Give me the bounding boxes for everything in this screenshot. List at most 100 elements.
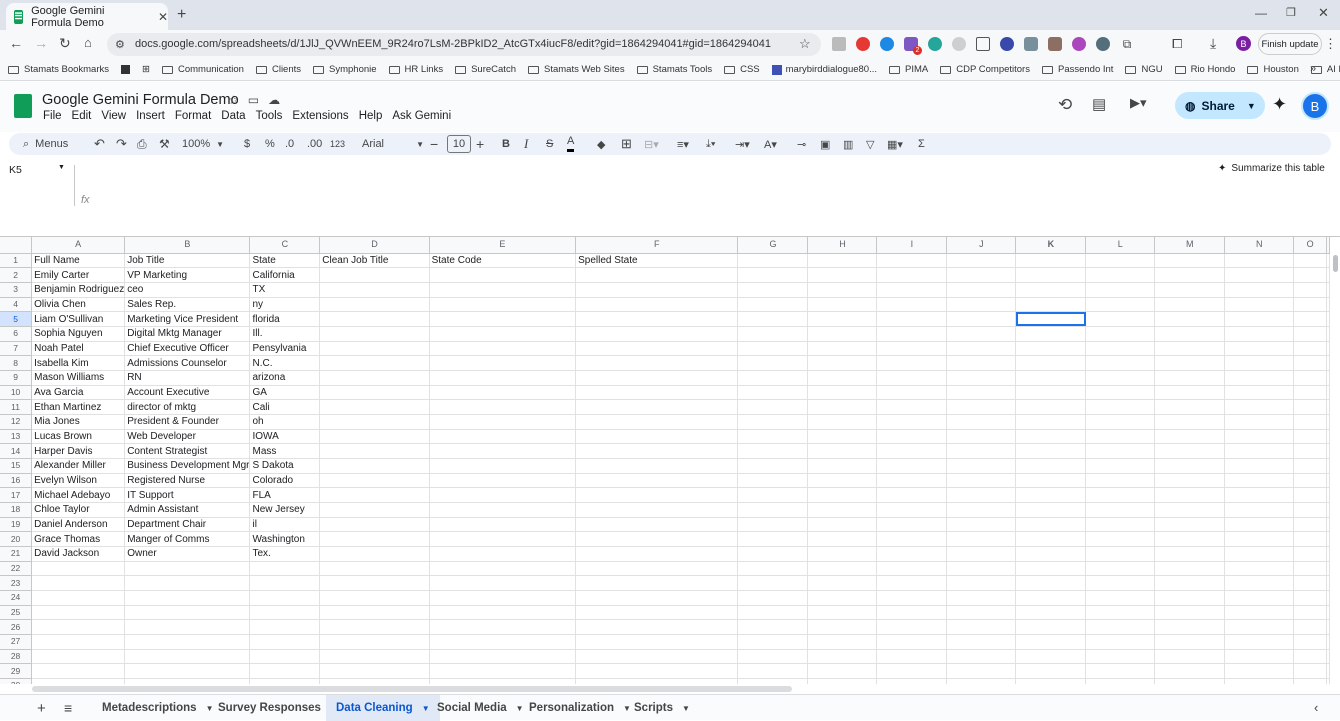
grid-cell[interactable] (1154, 619, 1226, 635)
grid-cell[interactable]: Chloe Taylor (31, 502, 126, 518)
grid-cell[interactable] (575, 370, 739, 386)
grid-cell[interactable] (1085, 282, 1156, 298)
grid-cell[interactable]: oh (249, 414, 321, 430)
grid-cell[interactable] (1015, 253, 1087, 269)
grid-cell[interactable] (737, 253, 809, 269)
bookmark-item[interactable]: Stamats Tools (636, 64, 712, 75)
grid-cell[interactable] (429, 458, 577, 474)
grid-cell[interactable] (1224, 487, 1295, 503)
grid-cell[interactable] (1326, 355, 1330, 371)
grid-cell[interactable] (876, 341, 948, 357)
column-header[interactable]: G (737, 237, 809, 254)
grid-cell[interactable]: Emily Carter (31, 267, 126, 283)
grid-cell[interactable] (1085, 326, 1156, 342)
grid-cell[interactable] (807, 458, 878, 474)
grid-cell[interactable] (1085, 355, 1156, 371)
grid-cell[interactable] (249, 605, 321, 621)
grid-cell[interactable] (1293, 649, 1327, 665)
grid-cell[interactable] (319, 355, 430, 371)
grid-cell[interactable] (429, 634, 577, 650)
sheet-tab-metadescriptions[interactable]: Metadescriptions ▼ (92, 695, 224, 721)
grid-cell[interactable] (807, 267, 878, 283)
grid-cell[interactable] (575, 546, 739, 562)
column-header[interactable]: C (249, 237, 321, 254)
grid-cell[interactable] (319, 517, 430, 533)
horizontal-scrollbar[interactable] (32, 686, 792, 692)
grid-cell[interactable] (319, 663, 430, 679)
grid-cell[interactable] (124, 634, 251, 650)
grid-cell[interactable] (1224, 663, 1295, 679)
grid-cell[interactable] (807, 663, 878, 679)
grid-cell[interactable] (737, 487, 809, 503)
row-header[interactable]: 22 (0, 561, 33, 577)
grid-cell[interactable] (429, 502, 577, 518)
grid-cell[interactable] (1224, 443, 1295, 459)
more-bookmarks-icon[interactable]: » (1310, 63, 1316, 75)
row-header[interactable]: 6 (0, 326, 33, 342)
grid-cell[interactable] (946, 634, 1017, 650)
grid-cell[interactable] (1154, 385, 1226, 401)
grid-cell[interactable] (1326, 517, 1330, 533)
grid-cell[interactable] (1085, 297, 1156, 313)
grid-cell[interactable] (575, 663, 739, 679)
grid-cell[interactable] (946, 575, 1017, 591)
grid-cell[interactable] (319, 590, 430, 606)
borders-icon[interactable]: ⊞ (621, 133, 632, 155)
grid-cell[interactable]: Spelled State (575, 253, 739, 269)
grid-cell[interactable] (575, 649, 739, 665)
vertical-align-icon[interactable]: ⤓▾ (706, 133, 715, 155)
grid-cell[interactable] (876, 385, 948, 401)
grid-cell[interactable] (575, 399, 739, 415)
grid-cell[interactable] (429, 678, 577, 684)
download-icon[interactable]: ⤓ (1210, 35, 1216, 52)
grid-cell[interactable] (807, 619, 878, 635)
grid-cell[interactable] (807, 473, 878, 489)
row-header[interactable]: 7 (0, 341, 33, 357)
grid-cell[interactable] (1326, 561, 1330, 577)
row-header[interactable]: 15 (0, 458, 33, 474)
grid-cell[interactable] (1326, 443, 1330, 459)
grid-cell[interactable] (1293, 502, 1327, 518)
grid-cell[interactable] (876, 414, 948, 430)
grid-cell[interactable] (946, 678, 1017, 684)
grid-cell[interactable] (807, 399, 878, 415)
grid-cell[interactable] (1085, 575, 1156, 591)
grid-cell[interactable]: Harper Davis (31, 443, 126, 459)
grid-cell[interactable] (1224, 678, 1295, 684)
row-header[interactable]: 20 (0, 531, 33, 547)
extension-icon[interactable] (1000, 37, 1014, 51)
row-header[interactable]: 25 (0, 605, 33, 621)
grid-cell[interactable] (1224, 634, 1295, 650)
grid-cell[interactable] (876, 370, 948, 386)
grid-cell[interactable] (1154, 575, 1226, 591)
row-header[interactable]: 13 (0, 429, 33, 445)
grid-cell[interactable] (575, 297, 739, 313)
bookmark-item[interactable] (121, 65, 130, 74)
grid-cell[interactable]: Admissions Counselor (124, 355, 251, 371)
grid-cell[interactable] (737, 443, 809, 459)
grid-cell[interactable] (1085, 561, 1156, 577)
grid-cell[interactable] (1224, 546, 1295, 562)
grid-cell[interactable] (1154, 517, 1226, 533)
grid-cell[interactable]: State (249, 253, 321, 269)
grid-cell[interactable] (946, 399, 1017, 415)
grid-cell[interactable] (1085, 370, 1156, 386)
functions-icon[interactable]: Σ (918, 133, 925, 155)
grid-cell[interactable] (876, 282, 948, 298)
grid-cell[interactable] (737, 458, 809, 474)
grid-cell[interactable]: Grace Thomas (31, 531, 126, 547)
move-folder-icon[interactable]: ▭ (248, 93, 259, 107)
sheet-tab-personalization[interactable]: Personalization ▼ (520, 695, 640, 721)
grid-cell[interactable] (1015, 487, 1087, 503)
finish-update-button[interactable]: Finish update (1258, 33, 1322, 55)
row-header[interactable]: 16 (0, 473, 33, 489)
minimize-icon[interactable]: — (1255, 6, 1267, 20)
extension-icon[interactable] (1024, 37, 1038, 51)
grid-cell[interactable]: Evelyn Wilson (31, 473, 126, 489)
grid-cell[interactable] (876, 531, 948, 547)
column-header[interactable]: M (1154, 237, 1226, 254)
grid-cell[interactable] (1293, 458, 1327, 474)
grid-cell[interactable]: Full Name (31, 253, 126, 269)
extension-icon[interactable] (1048, 37, 1062, 51)
extension-icon[interactable]: 2 (904, 37, 922, 55)
